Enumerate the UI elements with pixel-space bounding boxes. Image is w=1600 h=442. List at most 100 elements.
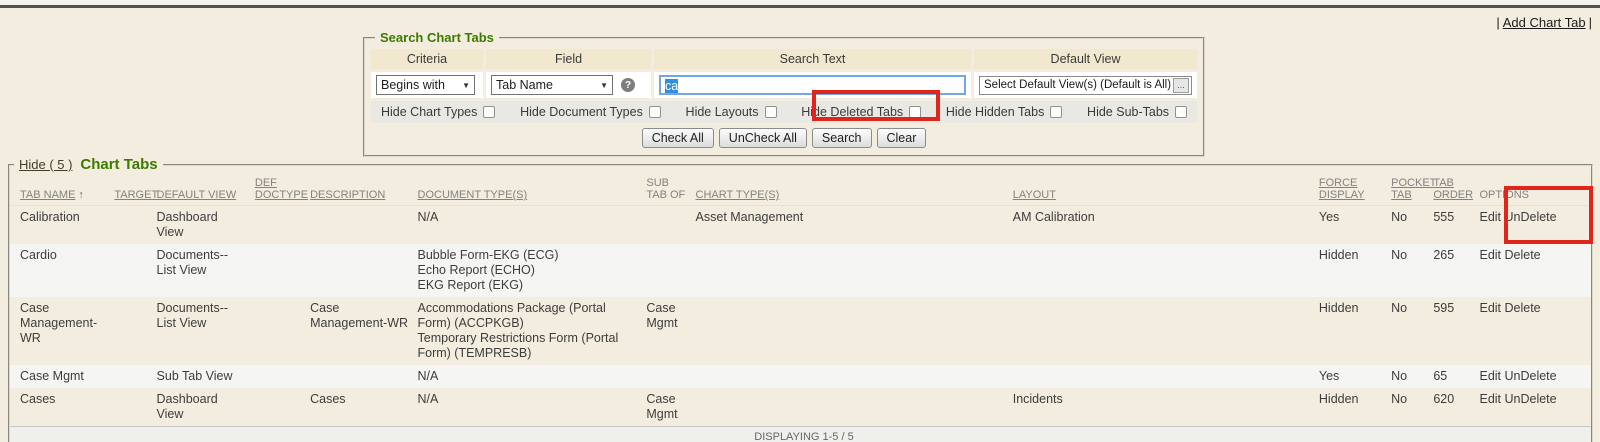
column-header-text: ORDER bbox=[1433, 189, 1473, 201]
chevron-down-icon: ▼ bbox=[600, 81, 608, 90]
column-header-text: POCKET bbox=[1391, 177, 1436, 189]
table-row: CardioDocuments-- List ViewBubble Form-E… bbox=[10, 244, 1591, 297]
cell-tab_name: Cases bbox=[10, 388, 110, 427]
default-view-value: Select Default View(s) (Default is All) bbox=[982, 78, 1173, 92]
search-column-header-criteria: Criteria bbox=[371, 49, 483, 69]
column-header-text: TAB OF bbox=[646, 189, 685, 201]
chart-tabs-title: Chart Tabs bbox=[80, 156, 157, 173]
chart-tabs-legend: Hide ( 5 ) Chart Tabs bbox=[14, 156, 163, 173]
cell-pocket_tab: No bbox=[1387, 388, 1429, 427]
cell-sub_tab_of: Case Mgmt bbox=[642, 388, 691, 427]
checkbox-hide-chart-types[interactable] bbox=[483, 106, 495, 118]
checkbox-hide-layouts[interactable] bbox=[765, 106, 777, 118]
filter-hide-layouts: Hide Layouts bbox=[686, 105, 777, 119]
search-chart-tabs-panel: Search Chart Tabs CriteriaFieldSearch Te… bbox=[363, 30, 1205, 157]
cell-layout: AM Calibration bbox=[1009, 206, 1315, 245]
cell-chart_types: Asset Management bbox=[692, 206, 1009, 245]
column-header-chart_types[interactable]: CHART TYPE(S) bbox=[692, 175, 1009, 206]
cell-chart_types bbox=[692, 244, 1009, 297]
cell-chart_types bbox=[692, 297, 1009, 365]
field-select[interactable]: Tab Name ▼ bbox=[491, 75, 613, 95]
chart-tabs-panel: Hide ( 5 ) Chart Tabs TAB NAME↑TARGETDEF… bbox=[8, 156, 1593, 442]
cell-target bbox=[110, 244, 152, 297]
column-header-tab_order[interactable]: TABORDER bbox=[1429, 175, 1475, 206]
page: |Add Chart Tab| Search Chart Tabs Criter… bbox=[0, 0, 1600, 442]
cell-pocket_tab: No bbox=[1387, 206, 1429, 245]
cell-pocket_tab: No bbox=[1387, 244, 1429, 297]
cell-force_display: Hidden bbox=[1315, 297, 1387, 365]
checkbox-hide-sub-tabs[interactable] bbox=[1175, 106, 1187, 118]
cell-pocket_tab: No bbox=[1387, 365, 1429, 388]
default-view-input[interactable]: Select Default View(s) (Default is All) … bbox=[979, 76, 1192, 95]
column-header-document_types[interactable]: DOCUMENT TYPE(S) bbox=[414, 175, 643, 206]
checkbox-hide-document-types[interactable] bbox=[649, 106, 661, 118]
column-header-description[interactable]: DESCRIPTION bbox=[306, 175, 413, 206]
sort-ascending-icon: ↑ bbox=[78, 189, 84, 201]
cell-options[interactable]: Edit Delete bbox=[1475, 244, 1591, 297]
cell-chart_types bbox=[692, 388, 1009, 427]
column-header-text: CHART TYPE(S) bbox=[696, 189, 780, 201]
criteria-select[interactable]: Begins with ▼ bbox=[376, 75, 475, 95]
filter-hide-deleted-tabs: Hide Deleted Tabs bbox=[801, 105, 921, 119]
cell-options[interactable]: Edit Delete bbox=[1475, 297, 1591, 365]
column-header-force_display[interactable]: FORCEDISPLAY bbox=[1315, 175, 1387, 206]
search-panel-legend: Search Chart Tabs bbox=[375, 30, 499, 45]
checkbox-hide-deleted-tabs[interactable] bbox=[909, 106, 921, 118]
column-header-text: SUB bbox=[646, 177, 669, 189]
search-filters-row: Hide Chart Types Hide Document Types Hide … bbox=[371, 101, 1197, 123]
cell-force_display: Yes bbox=[1315, 206, 1387, 245]
column-header-text: FORCE bbox=[1319, 177, 1358, 189]
cell-sub_tab_of: Case Mgmt bbox=[642, 297, 691, 365]
column-header-layout[interactable]: LAYOUT bbox=[1009, 175, 1315, 206]
uncheck-all-button[interactable]: UnCheck All bbox=[719, 128, 807, 148]
column-header-text: TAB bbox=[1391, 189, 1412, 201]
search-button[interactable]: Search bbox=[812, 128, 872, 148]
check-all-button[interactable]: Check All bbox=[642, 128, 714, 148]
filter-hide-chart-types: Hide Chart Types bbox=[381, 105, 495, 119]
column-header-text: DEF bbox=[255, 177, 277, 189]
filter-hide-document-types: Hide Document Types bbox=[520, 105, 661, 119]
clear-button[interactable]: Clear bbox=[877, 128, 927, 148]
column-header-target[interactable]: TARGET bbox=[110, 175, 152, 206]
separator: | bbox=[1496, 15, 1499, 30]
cell-sub_tab_of bbox=[642, 365, 691, 388]
column-header-def_doctype[interactable]: DEFDOCTYPE bbox=[251, 175, 306, 206]
cell-force_display: Hidden bbox=[1315, 244, 1387, 297]
filter-label: Hide Hidden Tabs bbox=[946, 105, 1044, 119]
cell-description bbox=[306, 244, 413, 297]
cell-layout bbox=[1009, 365, 1315, 388]
cell-target bbox=[110, 365, 152, 388]
filter-hide-sub-tabs: Hide Sub-Tabs bbox=[1087, 105, 1187, 119]
cell-default_view: Dashboard View bbox=[153, 388, 251, 427]
column-header-tab_name[interactable]: TAB NAME↑ bbox=[10, 175, 110, 206]
cell-pocket_tab: No bbox=[1387, 297, 1429, 365]
checkbox-hide-hidden-tabs[interactable] bbox=[1050, 106, 1062, 118]
top-border-bar bbox=[0, 0, 1600, 8]
cell-description: Cases bbox=[306, 388, 413, 427]
cell-description: Case Management-WR bbox=[306, 297, 413, 365]
help-icon[interactable]: ? bbox=[621, 78, 635, 92]
cell-options[interactable]: Edit UnDelete bbox=[1475, 206, 1591, 245]
chart-tabs-table: TAB NAME↑TARGETDEFAULT VIEWDEFDOCTYPEDES… bbox=[10, 175, 1591, 442]
default-view-browse-button[interactable]: ... bbox=[1173, 78, 1189, 93]
hide-results-link[interactable]: Hide ( 5 ) bbox=[19, 157, 72, 172]
criteria-selected-value: Begins with bbox=[381, 78, 445, 92]
table-row: Case Management- WRDocuments-- List View… bbox=[10, 297, 1591, 365]
table-row: Case MgmtSub Tab ViewN/AYesNo65Edit UnDe… bbox=[10, 365, 1591, 388]
column-header-default_view[interactable]: DEFAULT VIEW bbox=[153, 175, 251, 206]
column-header-pocket_tab[interactable]: POCKETTAB bbox=[1387, 175, 1429, 206]
column-header-text: LAYOUT bbox=[1013, 189, 1056, 201]
column-header-text: TAB NAME bbox=[20, 189, 75, 201]
cell-options[interactable]: Edit UnDelete bbox=[1475, 365, 1591, 388]
column-header-sub_tab_of: SUBTAB OF bbox=[642, 175, 691, 206]
cell-def_doctype bbox=[251, 388, 306, 427]
search-column-headers: CriteriaFieldSearch TextDefault View bbox=[371, 49, 1197, 69]
search-column-header-search-text: Search Text bbox=[654, 49, 971, 69]
add-chart-tab-link[interactable]: Add Chart Tab bbox=[1503, 15, 1586, 30]
search-buttons-row: Check AllUnCheck AllSearchClear bbox=[371, 126, 1197, 148]
cell-tab_name: Calibration bbox=[10, 206, 110, 245]
field-cell: Tab Name ▼ ? bbox=[486, 72, 651, 98]
cell-options[interactable]: Edit UnDelete bbox=[1475, 388, 1591, 427]
search-text-input[interactable]: ca bbox=[659, 75, 966, 95]
cell-tab_name: Cardio bbox=[10, 244, 110, 297]
